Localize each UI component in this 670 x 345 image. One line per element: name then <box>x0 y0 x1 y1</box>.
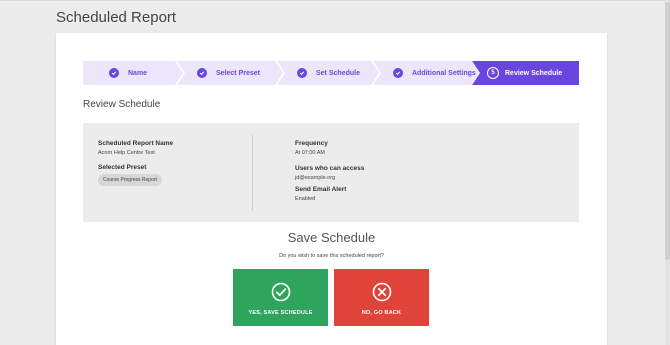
yes-save-schedule-button[interactable]: YES, SAVE SCHEDULE <box>233 269 328 326</box>
scrollbar-track[interactable] <box>665 0 670 345</box>
step-name[interactable]: Name <box>83 61 183 85</box>
preset-chip: Course Progress Report <box>98 174 162 186</box>
step-select-preset[interactable]: Select Preset <box>177 61 283 85</box>
step-set-schedule[interactable]: Set Schedule <box>277 61 379 85</box>
wizard-stepper: Name Select Preset Set Schedule Addition… <box>83 61 579 85</box>
email-alert-value: Enabled <box>295 196 316 202</box>
scrollbar-thumb[interactable] <box>665 2 670 260</box>
check-icon <box>197 68 207 78</box>
section-title: Review Schedule <box>83 99 161 110</box>
close-circle-icon <box>372 282 391 302</box>
step-number-badge: 5 <box>487 67 499 79</box>
window-top-border <box>0 0 670 1</box>
no-button-label: NO, GO BACK <box>361 310 402 316</box>
frequency-value: At 07:00 AM <box>295 150 325 156</box>
report-name-value: Acorn Help Centre Test <box>98 150 155 156</box>
step-additional-settings[interactable]: Additional Settings <box>373 61 479 85</box>
column-divider <box>252 135 253 211</box>
step-label: Additional Settings <box>412 69 476 77</box>
preset-label: Selected Preset <box>98 164 147 171</box>
check-circle-icon <box>271 282 290 302</box>
step-label: Select Preset <box>216 69 260 77</box>
step-label: Review Schedule <box>505 69 563 77</box>
step-label: Set Schedule <box>316 69 360 77</box>
review-summary-panel: Scheduled Report Name Acorn Help Centre … <box>83 123 579 222</box>
check-icon <box>297 68 307 78</box>
check-icon <box>393 68 403 78</box>
access-label: Users who can access <box>295 165 365 172</box>
report-name-label: Scheduled Report Name <box>98 140 174 147</box>
no-go-back-button[interactable]: NO, GO BACK <box>334 269 429 326</box>
frequency-label: Frequency <box>295 140 328 147</box>
wizard-card: Name Select Preset Set Schedule Addition… <box>56 33 607 345</box>
save-title: Save Schedule <box>287 230 376 245</box>
step-review-schedule[interactable]: 5 Review Schedule <box>472 61 579 85</box>
page-title: Scheduled Report <box>56 9 177 26</box>
step-label: Name <box>128 69 148 77</box>
access-value: jd@example.org <box>295 175 336 181</box>
check-icon <box>109 68 119 78</box>
email-alert-label: Send Email Alert <box>295 186 347 193</box>
save-question: Do you wish to save this scheduled repor… <box>279 253 384 259</box>
yes-button-label: YES, SAVE SCHEDULE <box>248 310 313 316</box>
